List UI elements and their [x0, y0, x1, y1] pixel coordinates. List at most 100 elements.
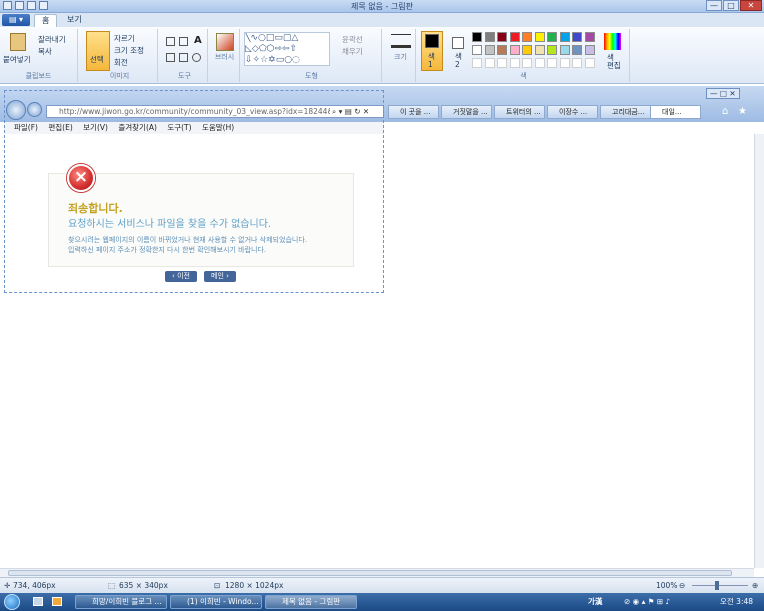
size-icon[interactable] — [391, 34, 411, 48]
browser-tab[interactable]: 대일... — [650, 105, 701, 119]
fill-icon[interactable] — [179, 37, 188, 46]
selection-rectangle[interactable] — [4, 90, 384, 293]
color1-label: 색 1 — [428, 52, 435, 69]
size-label[interactable]: 크기 — [386, 52, 415, 62]
canvas-size: 1280 × 1024px — [225, 581, 284, 590]
palette-swatch[interactable] — [534, 45, 545, 55]
copy-button[interactable]: 복사 — [38, 46, 52, 57]
palette-swatch[interactable] — [497, 58, 507, 68]
paste-button[interactable]: 붙여넣기 — [3, 54, 31, 65]
ime-indicator[interactable]: 가漢 — [588, 593, 602, 611]
title-bar: 제목 없음 - 그림판 — □ ✕ — [0, 0, 764, 13]
start-button[interactable] — [4, 594, 20, 610]
palette-swatch[interactable] — [472, 32, 482, 42]
clock[interactable]: 오전 3:48 — [720, 593, 753, 611]
taskbar-item-paint[interactable]: 제목 없음 - 그림판 — [265, 595, 357, 609]
palette-swatch[interactable] — [559, 58, 570, 68]
color2-label[interactable]: 색 2 — [455, 53, 462, 69]
browser-tab[interactable]: 트위터의 ... — [494, 105, 545, 119]
horizontal-scrollbar[interactable] — [0, 568, 754, 577]
size-group: 크기 — [386, 29, 416, 82]
close-button[interactable]: ✕ — [740, 0, 762, 11]
horizontal-scroll-thumb[interactable] — [8, 570, 732, 576]
browser-tab[interactable]: 이장수 ... — [547, 105, 598, 119]
palette-swatch[interactable] — [572, 32, 582, 42]
text-tool-icon[interactable]: A — [194, 35, 202, 46]
shapes-group: ╲∿○□▭▢△ ◺◇⬠⬡⇨⇦⇧ ⇩✧☆✡▭○◌ 윤곽선 채우기 도형 — [242, 29, 382, 82]
palette-swatch[interactable] — [509, 32, 520, 42]
minimize-button[interactable]: — — [706, 0, 722, 11]
shapes-gallery[interactable]: ╲∿○□▭▢△ ◺◇⬠⬡⇨⇦⇧ ⇩✧☆✡▭○◌ — [244, 32, 330, 66]
palette-swatch[interactable] — [584, 45, 595, 55]
edit-colors-icon[interactable] — [604, 33, 621, 50]
tab-home[interactable]: 홈 — [34, 14, 58, 27]
resize-button[interactable]: 크기 조정 — [114, 45, 144, 56]
crop-button[interactable]: 자르기 — [114, 33, 135, 44]
palette-swatch[interactable] — [559, 45, 570, 55]
browser-tab[interactable]: 고리대금... — [600, 105, 651, 119]
browser-window-controls[interactable]: — □ ✕ — [706, 88, 740, 99]
eraser-icon[interactable] — [166, 53, 175, 62]
tools-group: A 도구 — [162, 29, 208, 82]
status-bar: ✛ 734, 406px ⬚ 635 × 340px ⊡ 1280 × 1024… — [0, 577, 764, 593]
rotate-button[interactable]: 회전 — [114, 57, 128, 68]
maximize-button[interactable]: □ — [723, 0, 739, 11]
media-player-icon[interactable] — [52, 597, 62, 606]
clipboard-label: 클립보드 — [25, 72, 52, 80]
paint-menu-button[interactable]: ▤ ▾ — [2, 14, 30, 26]
cut-button[interactable]: 잘라내기 — [38, 34, 66, 45]
zoom-slider[interactable] — [692, 585, 748, 586]
palette-swatch[interactable] — [572, 45, 582, 55]
brush-icon[interactable] — [216, 33, 234, 51]
palette-swatch[interactable] — [534, 32, 545, 42]
select-button[interactable] — [86, 31, 110, 71]
browser-tab[interactable]: 이 곳을 ... — [388, 105, 439, 119]
browser-tab[interactable]: 거짓말을 ... — [441, 105, 492, 119]
taskbar-item-blog[interactable]: 희망/이희빈 블로그 ... — [75, 595, 167, 609]
taskbar-item-browser[interactable]: (1) 이희빈 - Windo... — [170, 595, 262, 609]
palette-swatch[interactable] — [497, 45, 507, 55]
palette-swatch[interactable] — [497, 32, 507, 42]
edit-colors-button[interactable]: 색 편집 — [607, 54, 621, 70]
palette-swatch[interactable] — [522, 58, 532, 68]
palette-swatch[interactable] — [572, 58, 582, 68]
clipboard-group: 붙여넣기 잘라내기 복사 클립보드 — [0, 29, 78, 82]
palette-swatch[interactable] — [484, 32, 495, 42]
palette-swatch[interactable] — [584, 58, 595, 68]
home-icon[interactable]: ⌂ — [722, 106, 728, 117]
palette-swatch[interactable] — [547, 45, 557, 55]
cursor-position: 734, 406px — [13, 581, 56, 590]
paste-icon[interactable] — [10, 33, 26, 51]
zoom-out-button[interactable]: ⊖ — [679, 578, 685, 593]
tray-icons[interactable]: ⊘ ◉ ▴ ⚑ ⊞ ♪ — [624, 593, 670, 611]
tab-view[interactable]: 보기 — [60, 14, 89, 27]
palette-swatch[interactable] — [547, 58, 557, 68]
zoom-in-button[interactable]: ⊕ — [752, 578, 758, 593]
system-tray: 가漢 ⊘ ◉ ▴ ⚑ ⊞ ♪ 오전 3:48 — [584, 593, 764, 611]
palette-swatch[interactable] — [522, 32, 532, 42]
palette-swatch[interactable] — [534, 58, 545, 68]
show-desktop-icon[interactable] — [33, 597, 43, 606]
palette-swatch[interactable] — [484, 45, 495, 55]
palette-swatch[interactable] — [509, 45, 520, 55]
color2-swatch[interactable] — [452, 37, 464, 49]
palette-swatch[interactable] — [522, 45, 532, 55]
palette-swatch[interactable] — [472, 58, 482, 68]
palette-swatch[interactable] — [547, 32, 557, 42]
palette-swatch[interactable] — [472, 45, 482, 55]
palette-swatch[interactable] — [509, 58, 520, 68]
outline-button[interactable]: 윤곽선 — [342, 34, 363, 45]
palette-swatch[interactable] — [484, 58, 495, 68]
magnifier-icon[interactable] — [192, 53, 201, 62]
palette-swatch[interactable] — [559, 32, 570, 42]
vertical-scrollbar[interactable] — [754, 134, 764, 568]
shapes-label: 도형 — [305, 72, 318, 80]
zoom-level: 100% — [656, 581, 678, 590]
pencil-icon[interactable] — [166, 37, 175, 46]
zoom-slider-thumb[interactable] — [715, 581, 719, 590]
brushes-label[interactable]: 브러시 — [210, 52, 239, 62]
palette-swatch[interactable] — [584, 32, 595, 42]
favorites-star-icon[interactable]: ★ — [738, 106, 747, 117]
color-picker-icon[interactable] — [179, 53, 188, 62]
fill-button[interactable]: 채우기 — [342, 46, 363, 57]
